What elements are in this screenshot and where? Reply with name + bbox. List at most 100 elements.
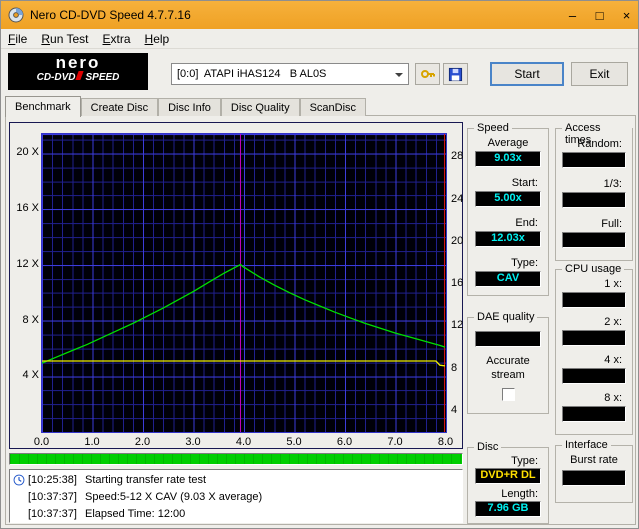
tab-scandisc[interactable]: ScanDisc xyxy=(299,98,367,116)
x-axis-tick: 2.0 xyxy=(134,436,151,448)
plot-area xyxy=(41,133,447,433)
y-axis-tick-right: 20 xyxy=(451,234,464,247)
y-axis-tick-left: 12 X xyxy=(16,257,39,270)
log-list[interactable]: [10:25:38] Starting transfer rate test [… xyxy=(9,469,463,523)
nero-logo: nero CD-DVD SPEED xyxy=(8,53,148,90)
disc-length-value: 7.96 GB xyxy=(475,501,541,517)
log-timestamp: [10:25:38] xyxy=(28,473,77,486)
dae-panel-title: DAE quality xyxy=(474,311,538,323)
cpu-8x-value xyxy=(562,406,626,422)
exit-button[interactable]: Exit xyxy=(571,62,628,86)
log-text: Elapsed Time: 12:00 xyxy=(85,507,186,520)
log-row[interactable]: [10:25:38] Starting transfer rate test xyxy=(10,471,462,488)
cpu-1x-value xyxy=(562,292,626,308)
tab-disc-info[interactable]: Disc Info xyxy=(158,98,221,116)
tab-strip: Benchmark Create Disc Disc Info Disc Qua… xyxy=(5,95,367,117)
save-button[interactable] xyxy=(443,63,468,85)
disc-type-label: Type: xyxy=(511,455,538,467)
minimize-button[interactable]: – xyxy=(559,1,586,29)
cpu-2x-value xyxy=(562,330,626,346)
burst-rate-label: Burst rate xyxy=(570,454,618,466)
nero-logo-text: nero xyxy=(55,53,101,72)
benchmark-chart: 20 X 16 X 12 X 8 X 4 X 28 24 20 16 12 8 4 0.0 1.0 2.0 3… xyxy=(9,122,463,449)
menu-item-help[interactable]: Help xyxy=(138,30,177,48)
disc-panel: Disc Type: DVD+R DL Length: 7.96 GB xyxy=(467,441,549,524)
cpu-4x-label: 4 x: xyxy=(604,354,622,366)
progress-bar xyxy=(9,453,463,465)
menu-label: E xyxy=(102,31,111,46)
accurate-stream-label: Accurate stream xyxy=(486,355,530,381)
burst-rate-value xyxy=(562,470,626,486)
average-value: 9.03x xyxy=(475,151,541,167)
menu-label: ile xyxy=(15,31,28,46)
y-axis-tick-right: 16 xyxy=(451,277,464,290)
menu-bar: File Run Test Extra Help xyxy=(1,29,638,49)
log-text: Speed:5-12 X CAV (9.03 X average) xyxy=(85,490,263,503)
speed-panel: Speed Average 9.03x Start: 5.00x End: 12… xyxy=(467,122,549,296)
cpu-2x-label: 2 x: xyxy=(604,316,622,328)
window-controls: – □ × xyxy=(559,1,638,29)
drive-select-value: [0:0] ATAPI iHAS124 B AL0S xyxy=(177,68,327,80)
x-axis-tick: 8.0 xyxy=(437,436,454,448)
x-axis-tick: 0.0 xyxy=(33,436,50,448)
log-timestamp: [10:37:37] xyxy=(28,507,77,520)
x-axis-tick: 3.0 xyxy=(185,436,201,448)
floppy-icon xyxy=(448,67,463,81)
full-access-label: Full: xyxy=(601,218,622,230)
plot-svg xyxy=(42,134,446,432)
close-button[interactable]: × xyxy=(613,1,638,29)
accurate-stream-checkbox[interactable] xyxy=(502,388,515,401)
tab-create-disc[interactable]: Create Disc xyxy=(80,98,159,116)
transfer-rate-curve xyxy=(42,263,446,364)
cpu-usage-panel: CPU usage 1 x: 2 x: 4 x: 8 x: xyxy=(555,263,633,435)
y-axis-tick-left: 16 X xyxy=(16,202,39,215)
interface-panel: Interface Burst rate xyxy=(555,439,633,503)
menu-label: H xyxy=(144,31,154,46)
cpu-8x-label: 8 x: xyxy=(604,392,622,404)
window-title: Nero CD-DVD Speed 4.7.7.16 xyxy=(30,8,191,22)
tab-benchmark[interactable]: Benchmark xyxy=(5,96,81,117)
type-value: CAV xyxy=(475,271,541,287)
drive-select[interactable]: [0:0] ATAPI iHAS124 B AL0S xyxy=(171,63,409,85)
one-third-access-value xyxy=(562,192,626,208)
maximize-button[interactable]: □ xyxy=(586,1,613,29)
end-label: End: xyxy=(515,217,538,229)
log-text: Starting transfer rate test xyxy=(85,473,207,486)
random-access-label: Random: xyxy=(577,138,622,150)
log-timestamp: [10:37:37] xyxy=(28,490,77,503)
cddvd-speed-logo-text: CD-DVD SPEED xyxy=(8,71,148,84)
tab-disc-quality[interactable]: Disc Quality xyxy=(220,98,300,116)
y-axis-tick-left: 20 X xyxy=(16,146,39,159)
cpu-1x-label: 1 x: xyxy=(604,278,622,290)
key-button[interactable] xyxy=(415,63,440,85)
app-window: Nero CD-DVD Speed 4.7.7.16 – □ × File Ru… xyxy=(0,0,639,529)
y-axis-tick-left: 4 X xyxy=(22,369,39,382)
access-times-panel: Access times Random: 1/3: Full: xyxy=(555,122,633,261)
menu-item-run-test[interactable]: Run Test xyxy=(34,30,95,48)
start-button[interactable]: Start xyxy=(490,62,564,86)
y-axis-tick-right: 24 xyxy=(451,192,464,205)
dae-quality-panel: DAE quality Accurate stream xyxy=(467,311,549,414)
menu-item-file[interactable]: File xyxy=(1,30,34,48)
cpu-panel-title: CPU usage xyxy=(562,263,625,275)
y-axis-tick-right: 4 xyxy=(451,403,458,416)
x-axis-tick: 6.0 xyxy=(336,436,353,448)
interface-panel-title: Interface xyxy=(562,439,611,451)
title-bar: Nero CD-DVD Speed 4.7.7.16 – □ × xyxy=(1,1,638,29)
logo-red-slash-icon xyxy=(75,71,85,80)
key-icon xyxy=(420,70,435,78)
menu-item-extra[interactable]: Extra xyxy=(96,30,138,48)
speed-panel-title: Speed xyxy=(474,122,512,134)
dae-quality-value xyxy=(475,331,541,347)
x-axis-tick: 4.0 xyxy=(235,436,252,448)
average-label: Average xyxy=(487,137,529,149)
log-row[interactable]: [10:37:37] Speed:5-12 X CAV (9.03 X aver… xyxy=(10,488,462,505)
disc-type-value: DVD+R DL xyxy=(475,468,541,484)
disc-length-label: Length: xyxy=(501,488,538,500)
x-axis-tick: 5.0 xyxy=(286,436,302,448)
full-access-value xyxy=(562,232,626,248)
one-third-access-label: 1/3: xyxy=(603,178,622,190)
x-axis-tick: 7.0 xyxy=(387,436,403,448)
start-label: Start: xyxy=(511,177,538,189)
log-row[interactable]: [10:37:37] Elapsed Time: 12:00 xyxy=(10,505,462,522)
